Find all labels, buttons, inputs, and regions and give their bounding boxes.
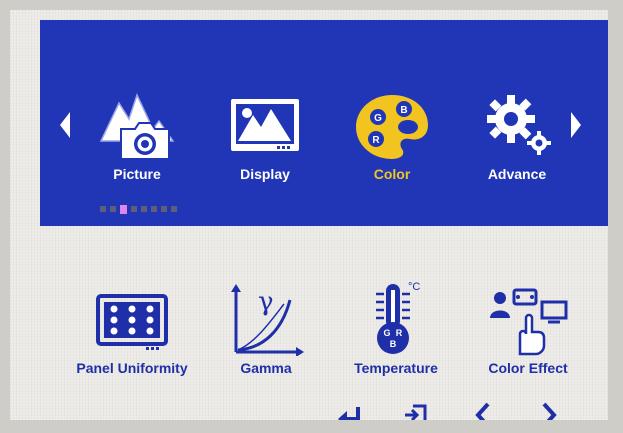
thermometer-letter-b: B [390,339,397,349]
menu-item-advance[interactable]: Advance [462,88,572,198]
color-effect-icon [458,280,598,356]
menu-label-picture: Picture [113,166,161,182]
submenu-item-color-effect[interactable]: Color Effect [458,280,598,376]
exit-icon [405,404,427,420]
menu-scroll-left-arrow[interactable] [57,110,73,140]
page-dot [151,206,157,212]
palette-letter-b: B [400,105,407,116]
submenu-item-panel-uniformity[interactable]: Panel Uniformity [62,280,202,376]
menu-item-color[interactable]: B G R Color [337,88,447,198]
menu-label-advance: Advance [487,166,547,182]
page-dot [110,206,116,212]
page-dot [141,206,147,212]
chevron-right-icon [542,402,557,420]
next-button[interactable] [536,402,562,420]
enter-icon [338,407,360,420]
enter-button[interactable] [337,402,363,420]
thermometer-icon: G R B °C [326,280,466,356]
monitor-osd-screen: Picture Display B G R Color Advance Pane… [10,10,608,420]
palette-letter-r: R [372,135,380,146]
panel-uniformity-icon [62,280,202,356]
display-icon [221,88,309,164]
thermometer-letter-g: G [383,328,390,338]
palette-letter-g: G [374,113,382,124]
submenu-label-gamma: Gamma [240,360,292,376]
thermometer-letter-r: R [396,328,403,338]
page-dot [161,206,167,212]
gears-icon [473,88,561,164]
submenu-label-temperature: Temperature [354,360,438,376]
page-dot-current [120,205,127,214]
page-indicator [100,205,177,214]
gamma-curve-icon: γ [196,280,336,356]
page-dot [131,206,137,212]
picture-icon [93,88,181,164]
page-dot [171,206,177,212]
previous-button[interactable] [470,402,496,420]
submenu-item-temperature[interactable]: G R B °C Temperature [326,280,466,376]
menu-label-display: Display [240,166,290,182]
menu-label-color: Color [373,166,411,182]
submenu-label-panel-uniformity: Panel Uniformity [76,360,188,376]
temperature-unit: °C [408,281,420,293]
exit-button[interactable] [402,402,428,420]
submenu-label-color-effect: Color Effect [488,360,568,376]
page-dot [100,206,106,212]
color-palette-icon: B G R [348,88,436,164]
submenu-item-gamma[interactable]: γ Gamma [196,280,336,376]
triangle-left-icon [60,112,70,138]
chevron-left-icon [475,402,490,420]
menu-item-picture[interactable]: Picture [82,88,192,198]
gamma-symbol: γ [258,287,274,317]
menu-item-display[interactable]: Display [210,88,320,198]
